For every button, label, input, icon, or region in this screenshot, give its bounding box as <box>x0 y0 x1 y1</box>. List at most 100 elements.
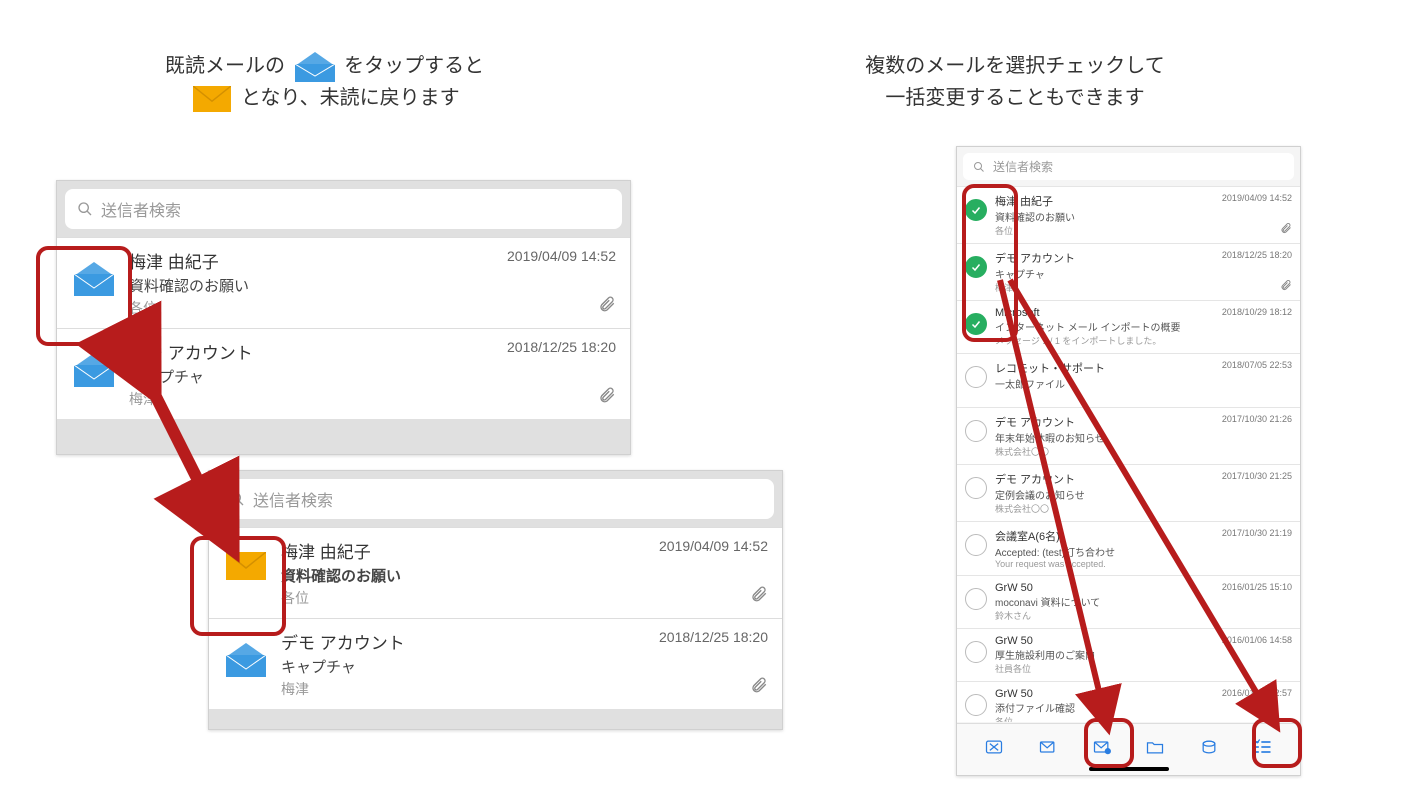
mail-status-icon[interactable] <box>71 339 117 387</box>
checkbox-unchecked[interactable] <box>965 641 987 663</box>
mail-date: 2016/01/25 15:10 <box>1222 582 1292 592</box>
mail-row[interactable]: GrW 50moconavi 資料について鈴木さん2016/01/25 15:1… <box>957 575 1300 628</box>
search-icon <box>229 491 245 507</box>
attachment-icon <box>598 386 616 409</box>
mail-date: 2017/10/30 21:19 <box>1222 528 1292 538</box>
search-bar[interactable]: 送信者検索 <box>963 153 1294 180</box>
mail-subject: 年末年始休暇のお知らせ <box>995 430 1292 445</box>
mail-list-panel-before: 送信者検索 梅津 由紀子資料確認のお願い各位2019/04/09 14:52デモ… <box>56 180 631 455</box>
mail-list-panel-after: 送信者検索 梅津 由紀子資料確認のお願い各位2019/04/09 14:52デモ… <box>208 470 783 730</box>
mail-row[interactable]: GrW 50厚生施設利用のご案内社員各位2016/01/06 14:58 <box>957 628 1300 681</box>
mail-row[interactable]: デモ アカウントキャプチャ梅津2018/12/25 18:20 <box>57 328 630 419</box>
mail-row[interactable]: デモ アカウント年末年始休暇のお知らせ株式会社〇〇2017/10/30 21:2… <box>957 407 1300 464</box>
attachment-icon <box>598 295 616 318</box>
mail-preview <box>995 391 1292 401</box>
mail-row[interactable]: 梅津 由紀子資料確認のお願い各位2019/04/09 14:52 <box>957 186 1300 243</box>
checkbox-unchecked[interactable] <box>965 366 987 388</box>
delete-icon[interactable] <box>982 735 1006 759</box>
select-all-icon[interactable] <box>1251 735 1275 759</box>
mail-date: 2019/04/09 14:52 <box>659 538 768 554</box>
mail-row[interactable]: デモ アカウントキャプチャ梅津2018/12/25 18:20 <box>957 243 1300 300</box>
mail-row[interactable]: デモ アカウントキャプチャ梅津2018/12/25 18:20 <box>209 618 782 709</box>
mail-preview: Your request was accepted. <box>995 559 1292 569</box>
mail-date: 2019/04/09 14:52 <box>507 248 616 264</box>
mail-subject: 一太郎ファイル <box>995 376 1292 391</box>
mail-subject: キャプチャ <box>129 366 614 387</box>
checkbox-unchecked[interactable] <box>965 694 987 716</box>
mail-subject: キャプチャ <box>995 266 1292 281</box>
home-indicator <box>1089 767 1169 771</box>
caption-text: 複数のメールを選択チェックして <box>675 50 1355 82</box>
mail-preview: 梅津 <box>129 389 614 409</box>
mail-open-icon <box>295 52 335 82</box>
caption-left: 既読メールの をタップすると となり、未読に戻ります <box>165 50 484 114</box>
mail-subject: moconavi 資料について <box>995 594 1292 609</box>
checkbox-checked[interactable] <box>965 256 987 278</box>
search-placeholder: 送信者検索 <box>993 158 1053 175</box>
search-placeholder: 送信者検索 <box>253 487 333 511</box>
mail-preview: 各位 <box>995 224 1292 237</box>
mail-date: 2017/10/30 21:25 <box>1222 471 1292 481</box>
toolbar <box>957 723 1300 775</box>
mail-subject: Accepted: (test)打ち合わせ <box>995 544 1292 559</box>
move-folder-icon[interactable] <box>1143 735 1167 759</box>
search-bar[interactable]: 送信者検索 <box>217 479 774 519</box>
mail-date: 2018/10/29 18:12 <box>1222 307 1292 317</box>
attachment-icon <box>1280 222 1292 237</box>
mail-date: 2018/12/25 18:20 <box>507 339 616 355</box>
mark-read-icon[interactable] <box>1036 735 1060 759</box>
mail-preview: 株式会社〇〇 <box>995 502 1292 515</box>
mail-closed-icon <box>193 86 231 112</box>
mail-row[interactable]: レコモット・サポート一太郎ファイル 2018/07/05 22:53 <box>957 353 1300 407</box>
mail-status-icon[interactable] <box>223 629 269 677</box>
mail-date: 2018/12/25 18:20 <box>659 629 768 645</box>
search-icon <box>973 161 985 173</box>
mail-row[interactable]: 梅津 由紀子資料確認のお願い各位2019/04/09 14:52 <box>209 527 782 618</box>
mail-subject: インターネット メール インポートの概要 <box>995 319 1292 334</box>
caption-text: をタップすると <box>344 55 484 77</box>
mail-preview: 各位 <box>129 298 614 318</box>
attachment-icon <box>750 676 768 699</box>
mail-date: 2018/12/25 18:20 <box>1222 250 1292 260</box>
mail-preview: メッセージ 1 / 1 をインポートしました。 <box>995 334 1292 347</box>
archive-icon[interactable] <box>1197 735 1221 759</box>
mail-preview: 各位 <box>995 715 1292 722</box>
attachment-icon <box>1280 279 1292 294</box>
checkbox-unchecked[interactable] <box>965 534 987 556</box>
caption-text: 既読メールの <box>165 55 285 77</box>
mail-subject: 添付ファイル確認 <box>995 700 1292 715</box>
caption-text: 一括変更することもできます <box>675 82 1355 114</box>
search-placeholder: 送信者検索 <box>101 197 181 221</box>
checkbox-checked[interactable] <box>965 199 987 221</box>
mail-subject: 厚生施設利用のご案内 <box>995 647 1292 662</box>
caption-text: となり、未読に戻ります <box>241 87 460 109</box>
checkbox-unchecked[interactable] <box>965 420 987 442</box>
mail-subject: 資料確認のお願い <box>129 275 614 296</box>
mail-row[interactable]: GrW 50添付ファイル確認各位2016/01/16 12:57 <box>957 681 1300 722</box>
mail-preview: 梅津 <box>281 679 766 699</box>
mail-preview: 鈴木さん <box>995 609 1292 622</box>
mail-row[interactable]: Microsoftインターネット メール インポートの概要メッセージ 1 / 1… <box>957 300 1300 353</box>
mail-row[interactable]: デモ アカウント定例会議のお知らせ株式会社〇〇2017/10/30 21:25 <box>957 464 1300 521</box>
mail-subject: 資料確認のお願い <box>995 209 1292 224</box>
mail-date: 2017/10/30 21:26 <box>1222 414 1292 424</box>
mail-row[interactable]: 梅津 由紀子資料確認のお願い各位2019/04/09 14:52 <box>57 237 630 328</box>
mail-date: 2016/01/06 14:58 <box>1222 635 1292 645</box>
search-bar[interactable]: 送信者検索 <box>65 189 622 229</box>
mark-unread-icon[interactable] <box>1090 735 1114 759</box>
mail-preview: 社員各位 <box>995 662 1292 675</box>
mail-status-icon[interactable] <box>223 538 269 580</box>
checkbox-checked[interactable] <box>965 313 987 335</box>
mail-row[interactable]: 会議室A(6名)Accepted: (test)打ち合わせYour reques… <box>957 521 1300 575</box>
mail-status-icon[interactable] <box>71 248 117 296</box>
mail-preview: 株式会社〇〇 <box>995 445 1292 458</box>
attachment-icon <box>750 585 768 608</box>
checkbox-unchecked[interactable] <box>965 588 987 610</box>
caption-right: 複数のメールを選択チェックして 一括変更することもできます <box>675 50 1355 114</box>
mail-date: 2019/04/09 14:52 <box>1222 193 1292 203</box>
checkbox-unchecked[interactable] <box>965 477 987 499</box>
search-icon <box>77 201 93 217</box>
mail-preview: 梅津 <box>995 281 1292 294</box>
mail-date: 2018/07/05 22:53 <box>1222 360 1292 370</box>
mail-subject: 資料確認のお願い <box>281 565 766 586</box>
